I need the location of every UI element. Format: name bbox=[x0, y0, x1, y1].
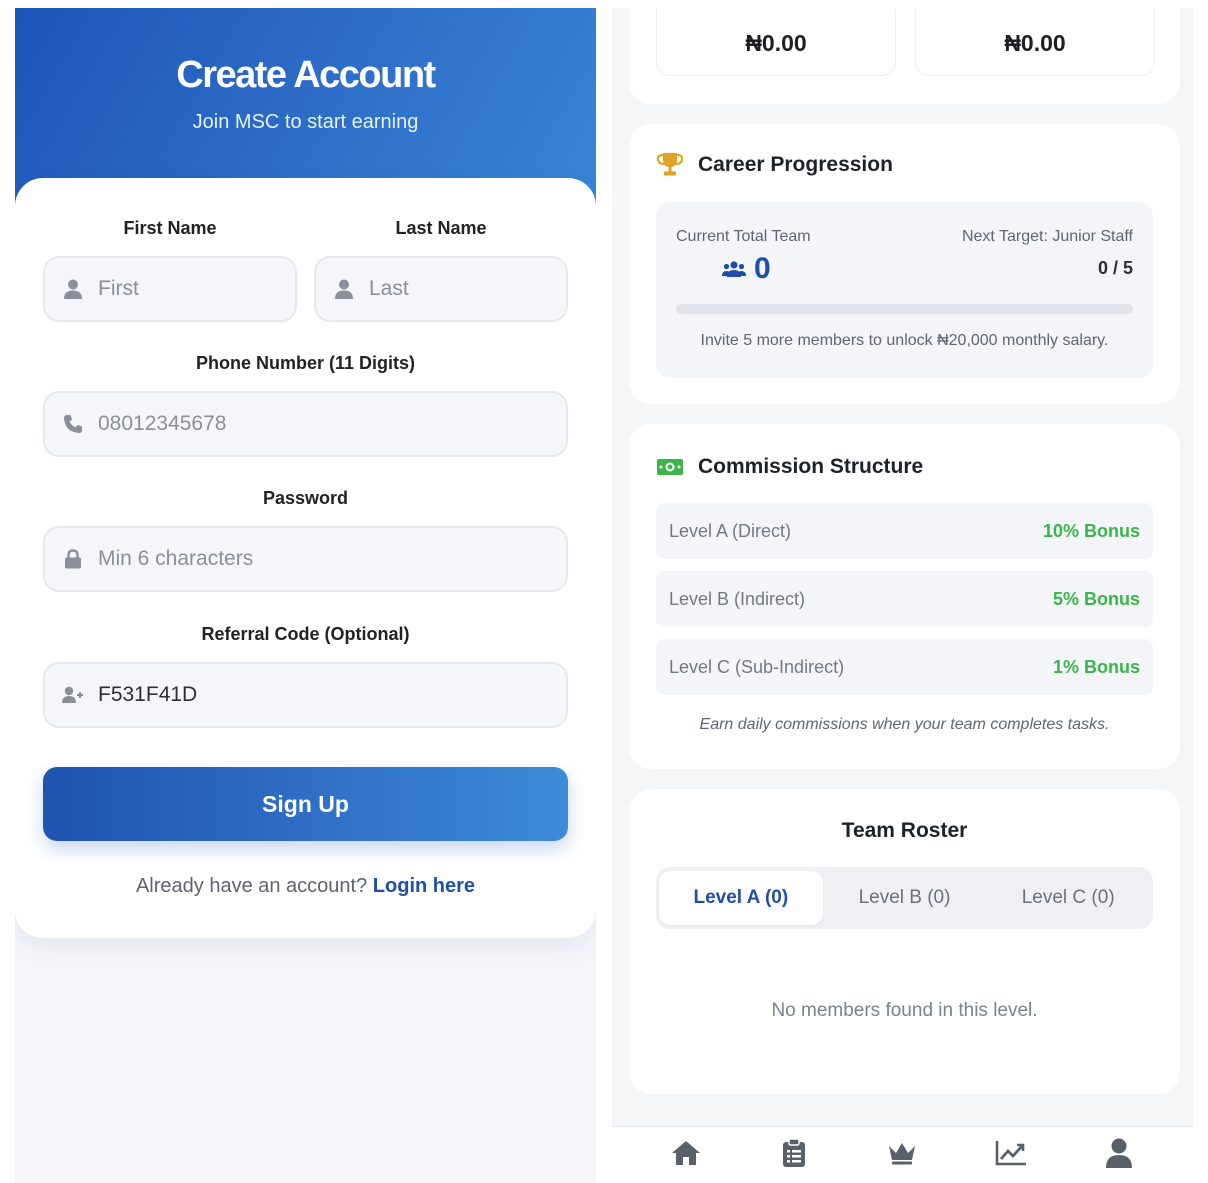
empty-roster-message: No members found in this level. bbox=[771, 1000, 1038, 1021]
last-name-label: Last Name bbox=[395, 218, 487, 238]
dashboard-screen: ₦0.00 ₦0.00 Career Progression Current T… bbox=[612, 8, 1193, 1183]
total-deposit-stat: ₦0.00 bbox=[656, 8, 896, 76]
phone-field[interactable]: 08012345678 bbox=[43, 391, 568, 457]
nav-tasks[interactable] bbox=[764, 1133, 824, 1177]
target-progress: 0 / 5 bbox=[1097, 258, 1133, 278]
tab-level-a[interactable]: Level A (0) bbox=[659, 871, 823, 925]
roster-tabs: Level A (0) Level B (0) Level C (0) bbox=[656, 867, 1153, 929]
user-icon bbox=[62, 278, 84, 300]
commission-bonus: 10% Bonus bbox=[1042, 520, 1140, 541]
user-plus-icon bbox=[62, 684, 84, 706]
phone-label: Phone Number (11 Digits) bbox=[195, 353, 416, 373]
career-progress-panel: Current Total Team 0 Next Target: Junior… bbox=[656, 202, 1153, 378]
nav-stats[interactable] bbox=[981, 1133, 1041, 1177]
career-title: Career Progression bbox=[656, 152, 893, 178]
nav-profile[interactable] bbox=[1089, 1133, 1149, 1177]
user-icon bbox=[1105, 1138, 1133, 1173]
commission-bonus: 5% Bonus bbox=[1052, 588, 1140, 609]
team-count: 0 bbox=[754, 252, 771, 285]
nav-home[interactable] bbox=[656, 1133, 716, 1177]
sign-up-button[interactable]: Sign Up bbox=[43, 767, 568, 841]
crown-icon bbox=[887, 1141, 917, 1170]
password-placeholder: Min 6 characters bbox=[98, 547, 254, 570]
team-roster-title: Team Roster bbox=[841, 819, 968, 842]
team-roster-card: Team Roster Level A (0) Level B (0) Leve… bbox=[629, 789, 1180, 1094]
commission-note: Earn daily commissions when your team co… bbox=[699, 716, 1110, 733]
commission-row-level-a: Level A (Direct) 10% Bonus bbox=[656, 503, 1153, 559]
commission-level-name: Level A (Direct) bbox=[669, 520, 792, 541]
page-subtitle: Join MSC to start earning bbox=[192, 111, 419, 133]
lock-icon bbox=[62, 548, 84, 570]
login-link[interactable]: Login here bbox=[373, 875, 475, 897]
tab-level-c[interactable]: Level C (0) bbox=[986, 871, 1150, 925]
phone-icon bbox=[62, 413, 84, 435]
invite-text: Invite 5 more members to unlock ₦20,000 … bbox=[700, 332, 1109, 349]
signup-form-card: First Name Last Name First Last Phone Nu… bbox=[15, 178, 596, 938]
page-title: Create Account bbox=[176, 54, 436, 96]
user-icon bbox=[333, 278, 355, 300]
referral-label: Referral Code (Optional) bbox=[201, 624, 410, 644]
trophy-icon bbox=[656, 152, 686, 178]
referral-code-field[interactable]: F531F41D bbox=[43, 662, 568, 728]
commission-bonus: 1% Bonus bbox=[1052, 656, 1140, 677]
next-target-label: Next Target: Junior Staff bbox=[961, 228, 1133, 245]
login-prompt-text: Already have an account? bbox=[135, 875, 368, 897]
stats-card: ₦0.00 ₦0.00 bbox=[629, 8, 1180, 104]
signup-screen: Create Account Join MSC to start earning… bbox=[15, 8, 596, 1183]
first-name-label: First Name bbox=[123, 218, 217, 238]
money-bill-icon bbox=[656, 454, 686, 480]
first-name-placeholder: First bbox=[98, 277, 139, 300]
commission-row-level-b: Level B (Indirect) 5% Bonus bbox=[656, 571, 1153, 627]
chart-line-icon bbox=[995, 1140, 1027, 1171]
commission-level-name: Level C (Sub-Indirect) bbox=[669, 656, 845, 677]
commission-structure-card: Commission Structure Level A (Direct) 10… bbox=[629, 424, 1180, 769]
commission-level-name: Level B (Indirect) bbox=[669, 588, 806, 609]
career-title-text: Career Progression bbox=[698, 153, 893, 176]
commission-title-text: Commission Structure bbox=[698, 455, 924, 478]
career-progression-card: Career Progression Current Total Team 0 … bbox=[629, 124, 1180, 404]
nav-vip[interactable] bbox=[872, 1133, 932, 1177]
password-label: Password bbox=[262, 488, 349, 508]
total-withdrawal-stat: ₦0.00 bbox=[915, 8, 1155, 76]
first-name-field[interactable]: First bbox=[43, 256, 297, 322]
last-name-placeholder: Last bbox=[369, 277, 409, 300]
last-name-field[interactable]: Last bbox=[314, 256, 568, 322]
referral-code-value: F531F41D bbox=[98, 683, 198, 706]
team-count-wrap: 0 bbox=[722, 252, 771, 286]
team-label: Current Total Team bbox=[676, 228, 811, 245]
phone-placeholder: 08012345678 bbox=[98, 412, 227, 435]
bottom-nav bbox=[612, 1126, 1193, 1183]
tab-level-b[interactable]: Level B (0) bbox=[823, 871, 987, 925]
commission-title: Commission Structure bbox=[656, 454, 923, 480]
users-icon bbox=[722, 260, 746, 278]
commission-row-level-c: Level C (Sub-Indirect) 1% Bonus bbox=[656, 639, 1153, 695]
progress-bar bbox=[676, 304, 1133, 314]
clipboard-icon bbox=[782, 1137, 806, 1173]
password-field[interactable]: Min 6 characters bbox=[43, 526, 568, 592]
login-prompt: Already have an account? Login here bbox=[15, 875, 596, 898]
home-icon bbox=[671, 1140, 701, 1171]
